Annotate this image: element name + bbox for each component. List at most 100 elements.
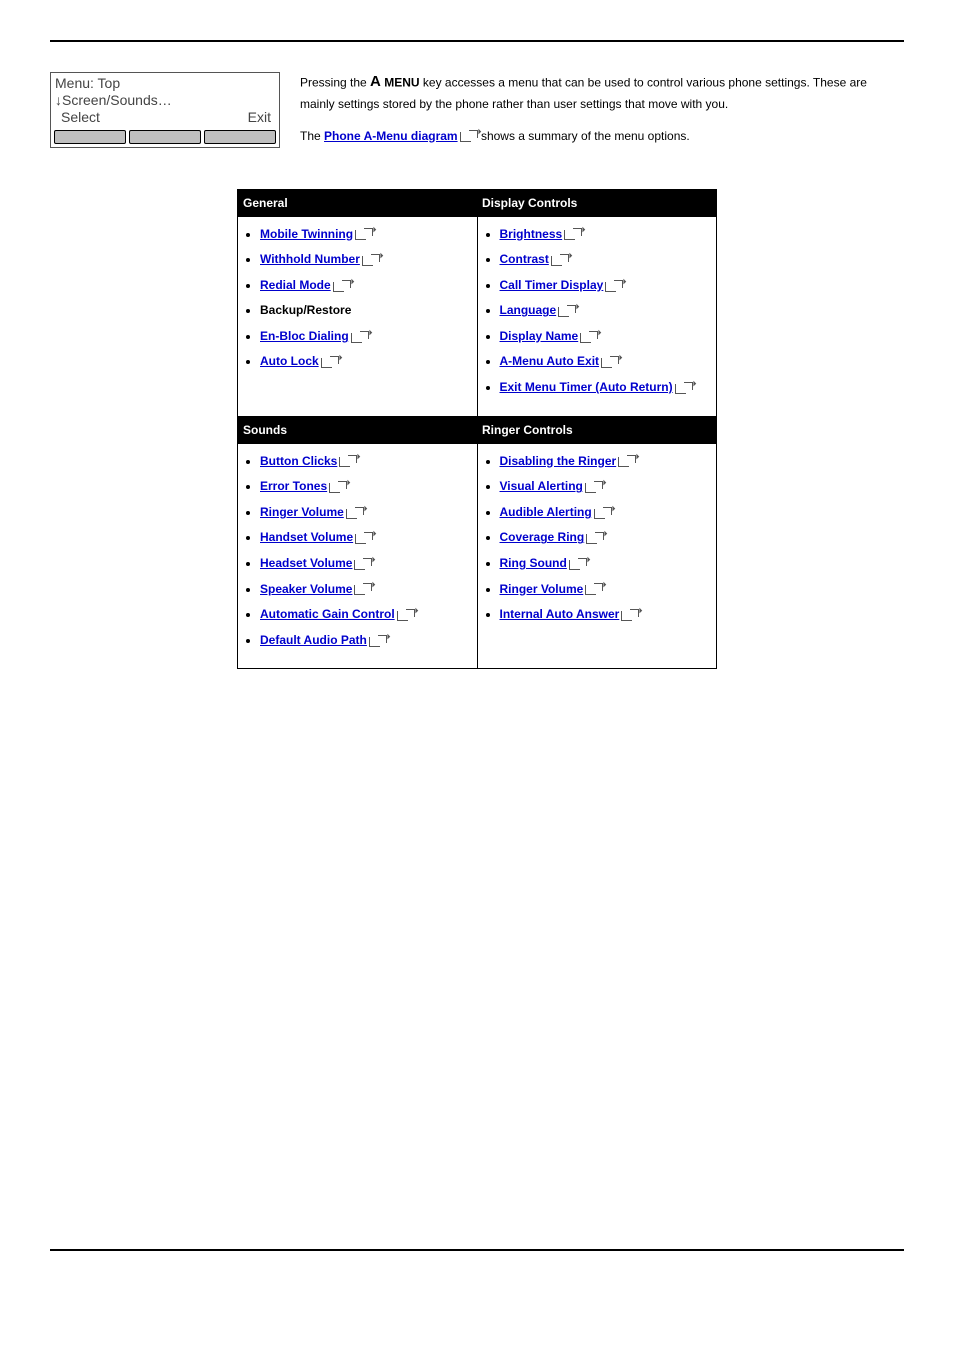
- menu-option-link[interactable]: Visual Alerting: [500, 479, 583, 493]
- menu-option-link[interactable]: En-Bloc Dialing: [260, 329, 349, 343]
- phone-softkey-1[interactable]: [54, 130, 126, 144]
- menu-option-link[interactable]: Auto Lock: [260, 354, 319, 368]
- list-item: Internal Auto Answer: [500, 607, 713, 623]
- intro-p1-prefix: Pressing the: [300, 75, 370, 89]
- intro-p2-prefix: The: [300, 129, 324, 143]
- external-link-icon: [355, 228, 373, 240]
- menu-option-link[interactable]: Withhold Number: [260, 252, 360, 266]
- list-item: Contrast: [500, 252, 713, 268]
- list-item: Mobile Twinning: [260, 227, 473, 243]
- external-link-icon: [354, 583, 372, 595]
- list-item: Language: [500, 303, 713, 319]
- menu-option-link[interactable]: Handset Volume: [260, 530, 353, 544]
- external-link-icon: [594, 507, 612, 519]
- external-link-icon: [580, 331, 598, 343]
- menu-option-link[interactable]: Contrast: [500, 252, 549, 266]
- list-item: Ringer Volume: [500, 582, 713, 598]
- phone-screen: Menu: Top ↓Screen/Sounds… Select Exit: [51, 73, 279, 127]
- list-item: Disabling the Ringer: [500, 454, 713, 470]
- menu-option-text: Backup/Restore: [260, 303, 351, 317]
- menu-option-link[interactable]: Headset Volume: [260, 556, 352, 570]
- list-item: Coverage Ring: [500, 530, 713, 546]
- external-link-icon: [333, 280, 351, 292]
- list-item: Auto Lock: [260, 354, 473, 370]
- menu-option-link[interactable]: Ringer Volume: [260, 505, 344, 519]
- phone-softkey-row: [51, 127, 279, 147]
- list-item: Exit Menu Timer (Auto Return): [500, 380, 713, 396]
- menu-option-link[interactable]: Button Clicks: [260, 454, 337, 468]
- external-link-icon: [321, 356, 339, 368]
- menu-option-link[interactable]: Mobile Twinning: [260, 227, 353, 241]
- menu-option-link[interactable]: Default Audio Path: [260, 633, 367, 647]
- external-link-icon: [586, 532, 604, 544]
- menu-option-link[interactable]: Automatic Gain Control: [260, 607, 395, 621]
- menu-option-link[interactable]: Audible Alerting: [500, 505, 592, 519]
- external-link-icon: [675, 382, 693, 394]
- menu-option-link[interactable]: Coverage Ring: [500, 530, 585, 544]
- phone-a-menu-diagram-link[interactable]: Phone A-Menu diagram: [324, 129, 458, 143]
- menu-option-link[interactable]: Ring Sound: [500, 556, 567, 570]
- external-link-icon: [605, 280, 623, 292]
- list-item: Speaker Volume: [260, 582, 473, 598]
- intro-paragraph-2: The Phone A-Menu diagram shows a summary…: [300, 127, 904, 145]
- external-link-icon: [569, 558, 587, 570]
- external-link-icon: [369, 635, 387, 647]
- external-link-icon: [564, 228, 582, 240]
- external-link-icon: [329, 481, 347, 493]
- menu-option-link[interactable]: Redial Mode: [260, 278, 331, 292]
- intro-text: Pressing the A MENU key accesses a menu …: [300, 72, 904, 159]
- external-link-icon: [354, 558, 372, 570]
- list-item: Headset Volume: [260, 556, 473, 572]
- cell-sounds: Button Clicks Error Tones Ringer Volume Han…: [238, 443, 478, 669]
- menu-option-link[interactable]: Display Name: [500, 329, 579, 343]
- external-link-icon: [346, 507, 364, 519]
- list-item: Display Name: [500, 329, 713, 345]
- header-general: General: [238, 189, 478, 216]
- top-divider: [50, 40, 904, 42]
- list-item: Button Clicks: [260, 454, 473, 470]
- menu-option-link[interactable]: A-Menu Auto Exit: [500, 354, 600, 368]
- cell-ringer: Disabling the Ringer Visual Alerting Audib…: [477, 443, 717, 669]
- intro-p2-suffix: shows a summary of the menu options.: [481, 129, 690, 143]
- menu-option-link[interactable]: Error Tones: [260, 479, 327, 493]
- phone-softkey-select-label: Select: [61, 109, 100, 126]
- menu-option-link[interactable]: Disabling the Ringer: [500, 454, 617, 468]
- external-link-icon: [351, 331, 369, 343]
- menu-option-link[interactable]: Brightness: [500, 227, 563, 241]
- external-link-icon: [551, 254, 569, 266]
- list-item: Handset Volume: [260, 530, 473, 546]
- phone-softkey-exit-label: Exit: [248, 109, 271, 126]
- list-item: Backup/Restore: [260, 303, 473, 319]
- cell-display: Brightness Contrast Call Timer Display Lang…: [477, 216, 717, 416]
- menu-option-link[interactable]: Speaker Volume: [260, 582, 352, 596]
- menu-option-link[interactable]: Exit Menu Timer (Auto Return): [500, 380, 673, 394]
- a-key-icon: A: [370, 71, 381, 94]
- menu-key-label: MENU: [384, 75, 419, 89]
- external-link-icon: [585, 583, 603, 595]
- list-item: Error Tones: [260, 479, 473, 495]
- external-link-icon: [618, 455, 636, 467]
- list-item: Brightness: [500, 227, 713, 243]
- menu-option-link[interactable]: Language: [500, 303, 557, 317]
- content-row: Menu: Top ↓Screen/Sounds… Select Exit Pr…: [50, 72, 904, 159]
- list-item: Default Audio Path: [260, 633, 473, 649]
- list-item: Redial Mode: [260, 278, 473, 294]
- menu-options-table: General Display Controls Mobile Twinning…: [237, 189, 717, 670]
- list-item: A-Menu Auto Exit: [500, 354, 713, 370]
- external-link-icon: [621, 609, 639, 621]
- external-link-icon: [355, 532, 373, 544]
- menu-option-link[interactable]: Call Timer Display: [500, 278, 604, 292]
- menu-option-link[interactable]: Internal Auto Answer: [500, 607, 620, 621]
- phone-screen-line1: Menu: Top: [55, 75, 275, 92]
- external-link-icon: [601, 356, 619, 368]
- phone-softkey-3[interactable]: [204, 130, 276, 144]
- external-link-icon: [585, 481, 603, 493]
- external-link-icon: [558, 305, 576, 317]
- menu-option-link[interactable]: Ringer Volume: [500, 582, 584, 596]
- external-link-icon: [362, 254, 380, 266]
- external-link-icon: [397, 609, 415, 621]
- header-ringer-controls: Ringer Controls: [477, 416, 717, 443]
- phone-softkey-2[interactable]: [129, 130, 201, 144]
- list-item: Withhold Number: [260, 252, 473, 268]
- list-item: Call Timer Display: [500, 278, 713, 294]
